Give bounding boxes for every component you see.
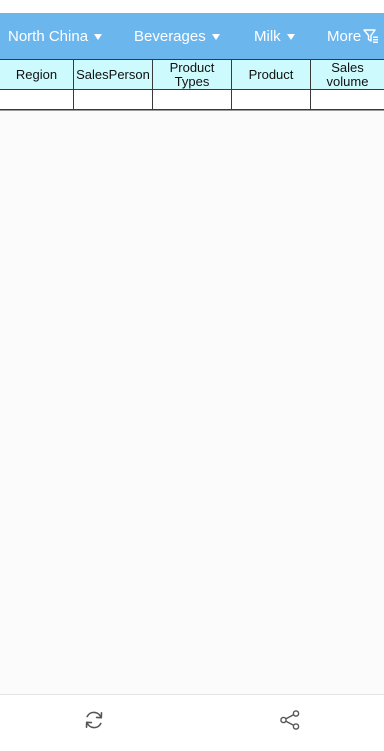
table-cell [311,90,384,110]
filter-category-dropdown[interactable]: Beverages [134,13,220,59]
share-icon [280,710,300,730]
filter-category-label: Beverages [134,27,206,45]
sales-table: Region SalesPerson Product Types Product… [0,59,384,111]
column-header-salesperson[interactable]: SalesPerson [74,59,153,90]
filter-region-label: North China [8,27,89,45]
more-filters-button[interactable]: More [327,13,379,59]
column-header-region[interactable]: Region [0,59,74,90]
filter-product-label: Milk [254,27,281,45]
table-cell [232,90,311,110]
filter-icon [363,28,379,44]
filter-bar: North China Beverages Milk More [0,13,384,59]
bottom-toolbar [0,694,384,751]
report-screen: North China Beverages Milk More Region S… [0,0,384,751]
column-header-product[interactable]: Product [232,59,311,90]
share-button[interactable] [276,706,304,734]
caret-down-icon [286,33,295,40]
table-header-row: Region SalesPerson Product Types Product… [0,59,384,90]
filter-region-dropdown[interactable]: North China [8,13,103,59]
table-row [0,90,384,110]
refresh-icon [85,711,103,729]
status-bar-area [0,0,384,13]
table-cell [153,90,232,110]
column-header-product-types[interactable]: Product Types [153,59,232,90]
filter-product-dropdown[interactable]: Milk [254,13,295,59]
caret-down-icon [211,33,220,40]
column-header-sales-volume[interactable]: Sales volume [311,59,384,90]
table-divider [0,110,384,111]
caret-down-icon [94,33,103,40]
more-filters-label: More [327,27,362,45]
refresh-button[interactable] [80,706,108,734]
table-cell [0,90,74,110]
table-cell [74,90,153,110]
